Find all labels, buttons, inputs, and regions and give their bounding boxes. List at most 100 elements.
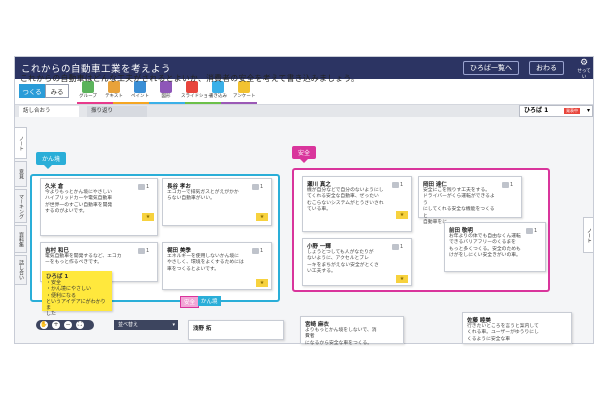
card-body: 安全にこを残りす工夫をする。 ドライバーがくら運転ができるよう にしてくれる安全… [423,188,499,226]
opinion-card[interactable]: 長谷 孝お エコカーで排気ガスとがえがかか らない自動車がいい。 1 ★ [162,178,272,226]
stamp-icon [252,183,259,190]
opinion-card[interactable]: 瀬川 真之 機が自分などで自分のないようにし てくれる安全な自動車、ぜったい む… [302,176,412,232]
sticky-note[interactable]: ひろば 1 ・安全 ・かん境にやさしい ・便利になる というアイデアにがわかりま… [42,271,112,317]
question-text: これからの自動車はどんな工夫がされるとよいか、消費者の安全を考えて書き込みましょ… [20,74,360,83]
note-panel-tab[interactable]: ノート [583,217,593,253]
tab-bar: 話し合おう 振り返り ひろば 1 発表中 ▾ [15,105,593,117]
card-author: 小野 一輝 [307,244,331,250]
star-icon[interactable]: ★ [396,275,408,283]
like-stamp[interactable]: 1 [526,227,542,235]
tool-group[interactable]: グループ [77,81,99,101]
sort-select[interactable]: 並べ替え ▾ [114,320,178,330]
color-strip [77,102,257,104]
stamp-icon [502,181,509,188]
tool-label: ペイント [131,94,149,99]
card-body: よりもっとかん境をしないで、消費者 になるから安全な車をつくる。 [305,328,381,347]
hiroba-list-button[interactable]: ひろば一覧へ [463,61,519,75]
card-line: よりもっとかん境をしないで、消費者 [305,328,377,340]
sticky-line: というアイデアにがわかりま [46,298,106,312]
tab-reflect[interactable]: 振り返り [87,106,147,117]
opinion-card[interactable]: 梶田 美季 エネルギーを使用しないかん境に やさしく、環境をよくするためには 車… [162,242,272,290]
tool-shape[interactable]: 図形 [155,81,177,101]
star-icon[interactable]: ★ [256,213,268,221]
fit-screen-icon[interactable]: ⛶ [76,321,84,329]
like-stamp[interactable]: 1 [502,181,518,189]
card-line: やさしく、環境をよくするためには [167,260,244,266]
card-line: できるバリアフリーのくるまを [449,240,516,246]
chevron-down-icon: ▾ [172,322,175,328]
card-body: 機が自分などで自分のないようにし てくれる安全な自動車、ぜったい むこらないシス… [307,188,389,214]
side-tab-discussion[interactable]: 話し合い [15,255,27,285]
like-stamp[interactable]: 1 [252,247,268,255]
card-line: になるから安全な車をつくる。 [305,340,373,346]
hiroba-selector[interactable]: ひろば 1 発表中 ▾ [519,105,593,117]
like-stamp[interactable]: 1 [138,183,154,191]
like-count: 1 [146,248,150,254]
side-tab-marking[interactable]: マーキング [15,189,27,223]
hand-icon[interactable]: ✋ [40,321,48,329]
settings-button[interactable]: ⚙ せってい [577,58,591,81]
tool-paint[interactable]: ペイント [129,81,151,101]
card-body: お年よりの体でも自由なくん運転 できるバリアフリーのくるまを もっと多くつくる。… [449,234,523,260]
tag-kankyo[interactable]: かん境 [198,296,221,306]
card-author: 梶田 美季 [167,248,191,254]
opinion-card[interactable]: 浅野 拓 [188,320,284,340]
like-count: 1 [260,184,264,190]
like-count: 1 [260,248,264,254]
opinion-card[interactable]: 宮崎 麻衣 よりもっとかん境をしないで、消費者 になるから安全な車をつくる。 [300,316,404,347]
card-line: い工夫する。 [307,269,336,275]
zoom-in-icon[interactable]: + [52,321,60,329]
tool-slideshow[interactable]: スライドショー [181,81,213,101]
card-body: 今よりもっとかん境にやさしい ハイブリッドカーや電気自動車 が世界一のすごい自動… [45,190,135,216]
like-count: 1 [510,182,514,188]
side-tab-opinion[interactable]: 意見 [15,161,27,187]
tool-write[interactable]: 書き込み [207,81,229,101]
opinion-card[interactable]: 前田 敬明 お年よりの体でも自由なくん運転 できるバリアフリーのくるまを もっと… [444,222,546,272]
sticky-line: した [46,311,57,318]
like-stamp[interactable]: 1 [138,247,154,255]
like-stamp[interactable]: 1 [392,181,408,189]
card-line: ドライバーがくら運転ができるよう [423,194,495,206]
card-author: 宮崎 麻衣 [305,322,329,328]
group-label-anzen[interactable]: 安全 [292,146,317,163]
tag-anzen[interactable]: 安全 [180,296,200,308]
tool-label: グループ [79,94,97,99]
like-count: 1 [146,184,150,190]
mode-view-button[interactable]: みる [45,84,69,98]
card-body: しょうとつしても人がなたりが ないように、アクセルとブレ ーキをまちがえない安全… [307,250,389,276]
like-count: 1 [400,182,404,188]
side-tab-materials[interactable]: 資料集 [15,225,27,253]
tool-label: アンケート [233,94,256,99]
zoom-out-icon[interactable]: − [64,321,72,329]
tab-discuss[interactable]: 話し合おう [19,106,79,117]
like-count: 1 [400,244,404,250]
card-line: にしてくれる安全な機能をつくると [423,207,495,219]
card-line: けがをしにくい安全きがいの車。 [449,253,521,259]
star-icon[interactable]: ★ [396,211,408,219]
like-stamp[interactable]: 1 [252,183,268,191]
card-body: エネルギーを使用しないかん境に やさしく、環境をよくするためには 車をつくるとよ… [167,254,249,273]
group-label-kankyo[interactable]: かん境 [36,152,67,169]
side-tab-note[interactable]: ノート [15,127,27,159]
tool-text[interactable]: テキスト [103,81,125,101]
mode-create-button[interactable]: つくる [19,84,45,98]
star-icon[interactable]: ★ [142,213,154,221]
card-line: くれる車。ユーザーがゆうりにし [467,330,539,336]
exit-button[interactable]: おわる [529,61,564,75]
stamp-icon [138,247,145,254]
gear-icon: ⚙ [579,58,589,68]
stamp-icon [392,181,399,188]
opinion-card[interactable]: 小野 一輝 しょうとつしても人がなたりが ないように、アクセルとブレ ーキをまち… [302,238,412,286]
star-icon[interactable]: ★ [256,279,268,287]
card-author: 前田 敬明 [449,228,473,234]
card-author: 佐藤 睦美 [467,318,491,324]
card-line: 車をつくるとよいです。 [167,266,220,272]
opinion-card[interactable]: 岡田 達仁 安全にこを残りす工夫をする。 ドライバーがくら運転ができるよう にし… [418,176,522,225]
stamp-icon [138,183,145,190]
tool-label: 図形 [161,94,171,99]
like-stamp[interactable]: 1 [392,243,408,251]
opinion-card[interactable]: 佐藤 睦美 行きたいところを言うと案内して くれる車。ユーザーがゆうりにし くる… [462,312,572,344]
tool-survey[interactable]: アンケート [233,81,255,101]
card-line: くるように安全な車 [467,336,511,342]
opinion-card[interactable]: 久米 倉 今よりもっとかん境にやさしい ハイブリッドカーや電気自動車 が世界一の… [40,178,158,236]
